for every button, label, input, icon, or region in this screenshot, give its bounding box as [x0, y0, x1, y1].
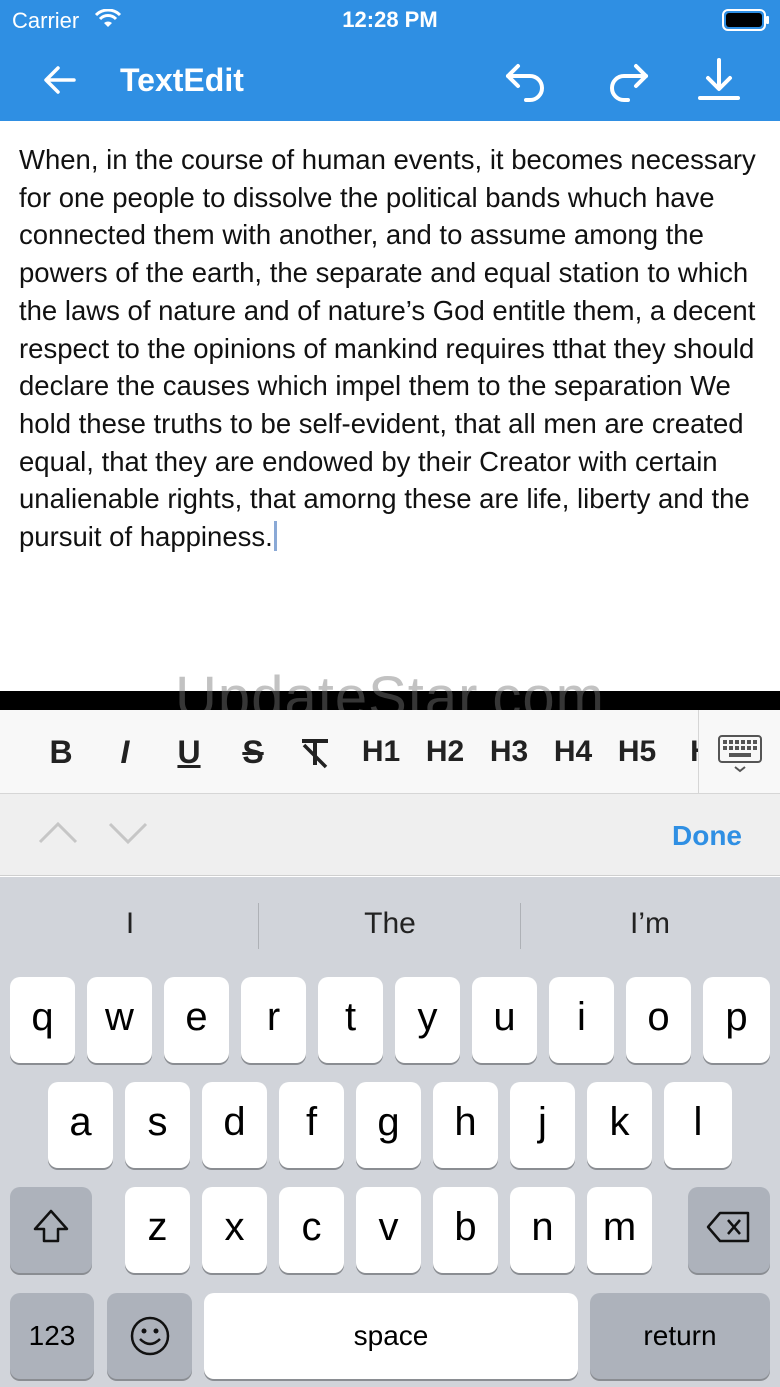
suggestion-item[interactable]: I [0, 907, 260, 941]
download-icon[interactable] [692, 54, 746, 108]
delete-icon [706, 1211, 750, 1243]
shift-icon [33, 1209, 69, 1243]
key-h[interactable]: h [433, 1082, 498, 1168]
key-k[interactable]: k [587, 1082, 652, 1168]
key-p[interactable]: p [703, 977, 770, 1063]
key-d[interactable]: d [202, 1082, 267, 1168]
delete-key[interactable] [688, 1187, 770, 1273]
page-title: TextEdit [120, 62, 244, 98]
key-y[interactable]: y [395, 977, 460, 1063]
emoji-icon [130, 1316, 169, 1356]
nav-bar: TextEdit [0, 40, 780, 121]
underline-button[interactable]: U [172, 728, 206, 776]
return-key[interactable]: return [590, 1293, 770, 1379]
key-o[interactable]: o [626, 977, 691, 1063]
heading4-button[interactable]: H4 [548, 728, 598, 776]
key-j[interactable]: j [510, 1082, 575, 1168]
key-t[interactable]: t [318, 977, 383, 1063]
keyboard: I The I’m q w e r t y u i o p a s d f g … [0, 877, 780, 1387]
key-z[interactable]: z [125, 1187, 190, 1273]
heading1-button[interactable]: H1 [356, 728, 406, 776]
key-l[interactable]: l [664, 1082, 732, 1168]
chevron-up-icon[interactable] [36, 820, 80, 846]
key-f[interactable]: f [279, 1082, 344, 1168]
suggestion-item[interactable]: The [260, 907, 520, 941]
shift-key[interactable] [10, 1187, 92, 1273]
divider-bar [0, 691, 780, 710]
battery-icon [722, 9, 769, 31]
numbers-key[interactable]: 123 [10, 1293, 94, 1379]
status-time: 12:28 PM [342, 7, 438, 32]
key-u[interactable]: u [472, 977, 537, 1063]
app-header: Carrier 12:28 PM TextEdit [0, 0, 780, 121]
text-editor[interactable]: When, in the course of human events, it … [0, 121, 780, 691]
suggestion-divider [258, 903, 259, 949]
key-g[interactable]: g [356, 1082, 421, 1168]
format-toolbar: B I U S H1 H2 H3 H4 H5 H [0, 710, 780, 794]
key-n[interactable]: n [510, 1187, 575, 1273]
clear-format-icon [302, 739, 328, 769]
space-key[interactable]: space [204, 1293, 578, 1379]
heading3-button[interactable]: H3 [484, 728, 534, 776]
status-bar: Carrier 12:28 PM [0, 0, 780, 40]
suggestion-bar: I The I’m [0, 877, 780, 973]
key-w[interactable]: w [87, 977, 152, 1063]
key-m[interactable]: m [587, 1187, 652, 1273]
text-caret [273, 521, 277, 552]
back-arrow-icon[interactable] [38, 58, 82, 102]
keyboard-dismiss-button[interactable] [698, 710, 780, 793]
emoji-key[interactable] [107, 1293, 192, 1379]
clear-format-button[interactable] [298, 728, 332, 776]
redo-icon[interactable] [600, 54, 654, 108]
key-e[interactable]: e [164, 977, 229, 1063]
key-s[interactable]: s [125, 1082, 190, 1168]
heading5-button[interactable]: H5 [612, 728, 662, 776]
key-v[interactable]: v [356, 1187, 421, 1273]
editor-text: When, in the course of human events, it … [19, 144, 756, 553]
key-i[interactable]: i [549, 977, 614, 1063]
chevron-down-icon[interactable] [106, 820, 150, 846]
key-b[interactable]: b [433, 1187, 498, 1273]
undo-icon[interactable] [500, 54, 554, 108]
heading2-button[interactable]: H2 [420, 728, 470, 776]
key-c[interactable]: c [279, 1187, 344, 1273]
key-x[interactable]: x [202, 1187, 267, 1273]
editor-content[interactable]: When, in the course of human events, it … [19, 141, 767, 556]
key-r[interactable]: r [241, 977, 306, 1063]
key-a[interactable]: a [48, 1082, 113, 1168]
accessory-bar: Done [0, 794, 780, 876]
done-button[interactable]: Done [672, 820, 742, 852]
keyboard-dismiss-icon [718, 735, 762, 773]
suggestion-item[interactable]: I’m [520, 907, 780, 941]
bold-button[interactable]: B [44, 728, 78, 776]
italic-button[interactable]: I [108, 728, 142, 776]
strikethrough-button[interactable]: S [236, 728, 270, 776]
key-q[interactable]: q [10, 977, 75, 1063]
